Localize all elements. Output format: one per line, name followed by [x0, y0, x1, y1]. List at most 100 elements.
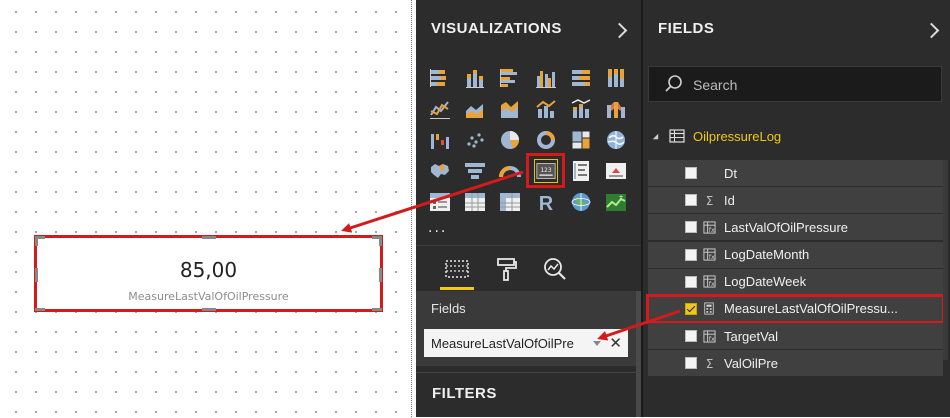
scatter-icon[interactable] [457, 124, 492, 155]
field-row-logdateweek[interactable]: fx LogDateWeek [648, 268, 943, 295]
calculated-column-icon: fx [702, 220, 716, 234]
matrix-icon[interactable] [493, 186, 528, 217]
fields-well-icon [445, 260, 469, 278]
resize-handle-top-right-v[interactable] [379, 236, 382, 246]
svg-text:Σ: Σ [705, 357, 713, 370]
field-list: Dt Σ Id fx LastValOfOilPressure fx LogDa… [646, 160, 945, 378]
fields-scrollbar[interactable] [943, 160, 948, 360]
calculated-column-icon: fx [702, 329, 716, 343]
report-canvas[interactable] [0, 0, 412, 417]
field-name: LogDateWeek [724, 274, 807, 290]
line-chart-icon[interactable] [422, 93, 457, 124]
field-checkbox[interactable] [685, 357, 697, 370]
treemap-icon[interactable] [563, 124, 598, 155]
ribbon-chart-icon[interactable] [598, 93, 633, 124]
field-row-lastvalofoilpressure[interactable]: fx LastValOfOilPressure [648, 214, 943, 241]
kpi-icon[interactable] [598, 155, 633, 186]
more-visuals-button[interactable]: ... [428, 220, 447, 236]
map-icon[interactable] [598, 124, 633, 155]
visualization-tabs [416, 245, 641, 292]
fields-title: FIELDS [658, 20, 715, 37]
visualizations-header: VISUALIZATIONS [416, 0, 641, 60]
stacked-bar-icon[interactable] [422, 62, 457, 93]
visualizations-gallery: 123 R + [422, 62, 634, 217]
card-visual[interactable]: 85,00 MeasureLastValOfOilPressure [34, 235, 383, 312]
visualizations-title: VISUALIZATIONS [431, 20, 562, 37]
field-row-logdatemonth[interactable]: fx LogDateMonth [648, 241, 943, 268]
field-row-dt[interactable]: Dt [648, 160, 943, 186]
field-checkbox[interactable] [685, 167, 697, 179]
donut-icon[interactable] [528, 124, 563, 155]
card-label: MeasureLastValOfOilPressure [128, 290, 289, 303]
expand-triangle-icon[interactable] [651, 132, 660, 141]
globe-icon[interactable] [563, 186, 598, 217]
search-input[interactable] [691, 75, 935, 95]
measure-calculator-icon [702, 302, 716, 316]
search-box [648, 66, 942, 102]
funnel-icon[interactable] [457, 155, 492, 186]
filters-title: FILTERS [432, 385, 497, 402]
svg-text:fx: fx [708, 280, 714, 288]
field-row-targetval[interactable]: fx TargetVal [648, 323, 943, 350]
field-name: Id [724, 192, 735, 208]
resize-handle-top-left-v[interactable] [35, 236, 38, 246]
table-icon[interactable] [457, 186, 492, 217]
field-row-id[interactable]: Σ Id [648, 187, 943, 214]
stacked-column-icon[interactable] [457, 62, 492, 93]
field-name: LogDateMonth [724, 247, 810, 263]
multi-row-card-icon[interactable] [563, 155, 598, 186]
custom-visual-icon[interactable]: + [598, 186, 633, 217]
calculated-column-icon: fx [702, 275, 716, 289]
chevron-down-icon[interactable] [593, 340, 602, 346]
search-icon [665, 75, 682, 92]
100-stacked-bar-icon[interactable] [563, 62, 598, 93]
clustered-column-icon[interactable] [528, 62, 563, 93]
magnifier-chart-icon [544, 258, 566, 280]
clustered-bar-icon[interactable] [493, 62, 528, 93]
field-checkbox[interactable] [685, 248, 697, 261]
canvas-page-border [411, 0, 412, 417]
line-and-stacked-column-icon[interactable] [563, 93, 598, 124]
format-tab[interactable] [491, 254, 521, 284]
100-stacked-column-icon[interactable] [598, 62, 633, 93]
field-row-valoilpre[interactable]: Σ ValOilPre [648, 350, 943, 377]
field-checkbox[interactable] [685, 194, 697, 207]
collapse-fields-chevron-icon[interactable] [923, 22, 940, 39]
table-node[interactable]: OilpressureLog [651, 124, 781, 148]
svg-text:fx: fx [708, 335, 714, 343]
field-name: ValOilPre [724, 355, 778, 371]
svg-text:fx: fx [708, 226, 714, 234]
fields-pane: FIELDS OilpressureLog Dt Σ Id [643, 0, 950, 417]
card-icon[interactable]: 123 [525, 153, 566, 188]
resize-handle-bottom[interactable] [202, 308, 216, 311]
svg-text:123: 123 [540, 167, 551, 173]
svg-text:fx: fx [708, 253, 714, 261]
resize-handle-bottom-left[interactable] [35, 308, 45, 311]
field-checkbox[interactable] [685, 330, 697, 343]
field-pill[interactable]: MeasureLastValOfOilPre ✕ [424, 329, 628, 357]
pie-icon[interactable] [493, 124, 528, 155]
field-row-measurelastvalofoilpressure[interactable]: MeasureLastValOfOilPressu... [646, 293, 945, 324]
filled-map-icon[interactable] [422, 155, 457, 186]
r-visual-icon[interactable]: R [528, 186, 563, 217]
slicer-icon[interactable] [422, 186, 457, 217]
svg-text:+: + [619, 194, 624, 201]
analytics-tab[interactable] [540, 254, 570, 284]
area-chart-icon[interactable] [457, 93, 492, 124]
line-and-column-icon[interactable] [528, 93, 563, 124]
field-checkbox-checked[interactable] [685, 302, 697, 315]
resize-handle-top[interactable] [202, 236, 216, 239]
field-checkbox[interactable] [685, 275, 697, 288]
close-icon[interactable]: ✕ [609, 334, 622, 352]
visualizations-pane: VISUALIZATIONS 123 R + ... Fields Measur… [416, 0, 641, 417]
gauge-icon[interactable] [493, 155, 528, 186]
filters-section: FILTERS [416, 372, 641, 418]
field-checkbox[interactable] [685, 221, 697, 234]
fields-well: Fields MeasureLastValOfOilPre ✕ [416, 291, 641, 366]
collapse-visualizations-chevron-icon[interactable] [611, 22, 628, 39]
paint-roller-icon [497, 258, 517, 281]
fields-tab[interactable] [440, 254, 474, 290]
resize-handle-bottom-right[interactable] [372, 308, 382, 311]
waterfall-icon[interactable] [422, 124, 457, 155]
stacked-area-icon[interactable] [493, 93, 528, 124]
